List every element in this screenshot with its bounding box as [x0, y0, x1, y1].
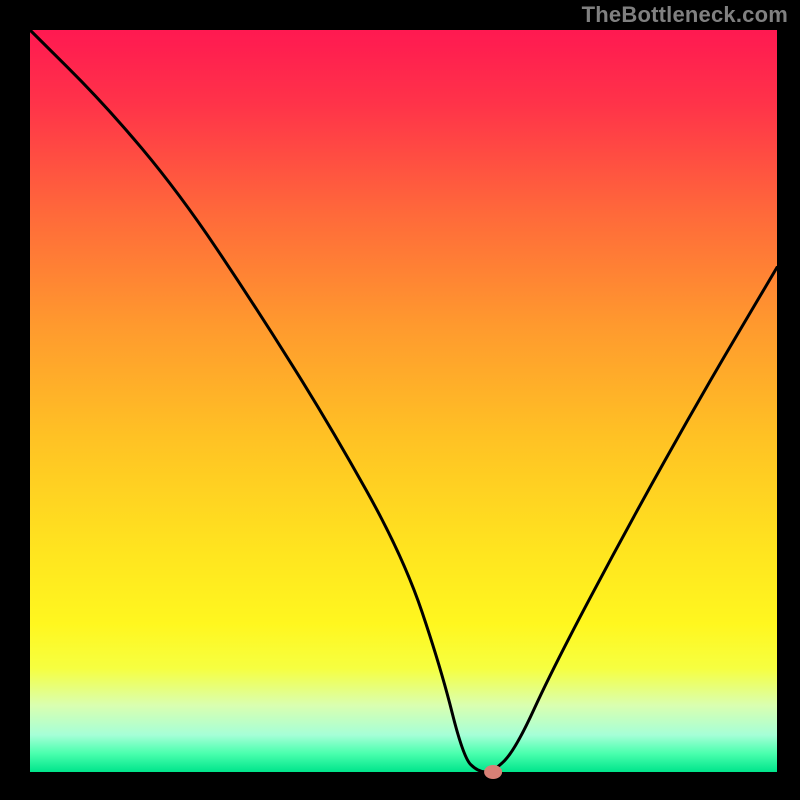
watermark-text: TheBottleneck.com	[582, 2, 788, 28]
plot-background	[30, 30, 777, 772]
optimal-marker	[484, 765, 502, 779]
chart-stage: TheBottleneck.com	[0, 0, 800, 800]
bottleneck-chart	[0, 0, 800, 800]
